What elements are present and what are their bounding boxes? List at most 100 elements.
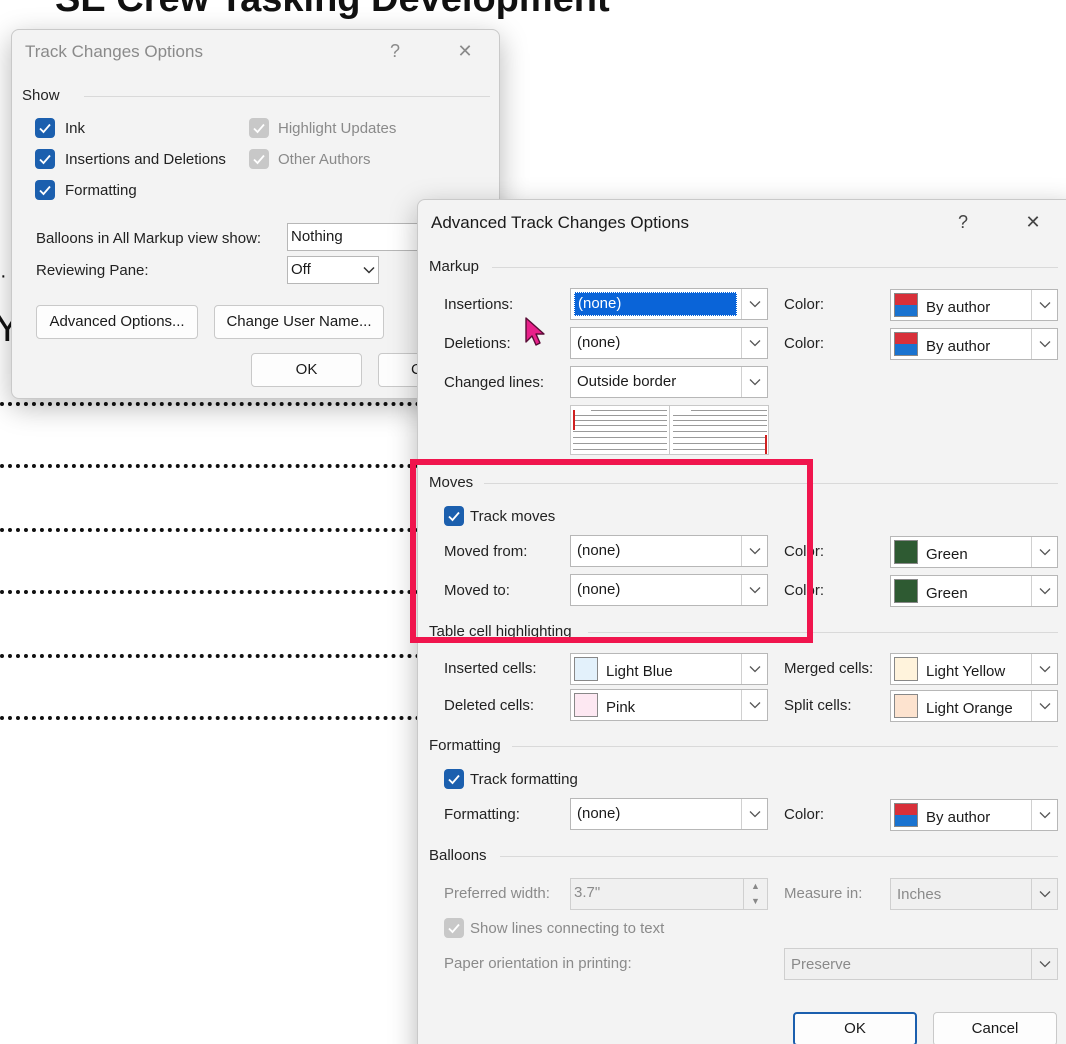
balloons-label: Balloons in All Markup view show:: [36, 230, 262, 247]
show-group-label: Show: [22, 87, 60, 104]
by-author-swatch: [894, 803, 918, 827]
advanced-options-button[interactable]: Advanced Options...: [36, 305, 198, 339]
formatting-select[interactable]: (none): [570, 798, 768, 830]
cancel-button[interactable]: Cancel: [933, 1012, 1057, 1044]
deleted-cells-select[interactable]: Pink: [570, 689, 768, 721]
show-lines-label: Show lines connecting to text: [470, 920, 665, 937]
deletions-select[interactable]: (none): [570, 327, 768, 359]
paper-orientation-value: Preserve: [791, 956, 852, 973]
ok-button[interactable]: OK: [251, 353, 362, 387]
mouse-pointer-icon: [525, 317, 545, 346]
dotted-line: [0, 528, 420, 532]
insertions-select[interactable]: (none): [570, 288, 768, 320]
chevron-down-icon: [1031, 691, 1057, 721]
deletions-value: (none): [577, 334, 621, 351]
chevron-down-icon: [360, 257, 378, 283]
preferred-width-label: Preferred width:: [444, 885, 550, 902]
highlight-updates-checkbox[interactable]: [249, 118, 269, 138]
track-formatting-label: Track formatting: [470, 771, 578, 788]
inserted-cells-label: Inserted cells:: [444, 660, 537, 677]
chevron-down-icon: [1031, 800, 1057, 830]
spinner-arrows[interactable]: ▲ ▼: [743, 879, 767, 909]
close-button[interactable]: ✕: [1019, 210, 1047, 234]
dotted-line: [0, 402, 420, 406]
highlight-updates-label: Highlight Updates: [278, 120, 397, 137]
document-title: SE Crew Tasking Development: [55, 0, 610, 21]
ink-checkbox[interactable]: [35, 118, 55, 138]
help-button[interactable]: ?: [949, 210, 977, 234]
preferred-width-value: 3.7": [574, 884, 601, 901]
inserted-cells-value: Light Blue: [606, 663, 673, 680]
changed-lines-select[interactable]: Outside border: [570, 366, 768, 398]
paper-orientation-label: Paper orientation in printing:: [444, 955, 632, 972]
reviewing-pane-select[interactable]: Off: [287, 256, 379, 284]
checkmark-icon: [39, 185, 51, 196]
formatting-group-label: Formatting: [429, 737, 501, 754]
deletions-label: Deletions:: [444, 335, 511, 352]
formatting-color-select[interactable]: By author: [890, 799, 1058, 831]
split-cells-select[interactable]: Light Orange: [890, 690, 1058, 722]
reviewing-pane-label: Reviewing Pane:: [36, 262, 149, 279]
checkmark-icon: [39, 154, 51, 165]
balloons-value: Nothing: [291, 228, 343, 245]
chevron-down-icon: [1031, 654, 1057, 684]
dialog-title: Advanced Track Changes Options: [431, 213, 689, 232]
insertions-value: (none): [574, 292, 737, 316]
inserted-cells-select[interactable]: Light Blue: [570, 653, 768, 685]
light-yellow-swatch: [894, 657, 918, 681]
split-cells-value: Light Orange: [926, 700, 1013, 717]
chevron-down-icon: [1031, 329, 1057, 359]
markup-group-label: Markup: [429, 258, 480, 275]
chevron-down-icon: [741, 289, 767, 319]
spin-down-icon[interactable]: ▼: [744, 894, 767, 909]
formatting-label: Formatting:: [444, 806, 520, 823]
changed-lines-label: Changed lines:: [444, 374, 545, 391]
spin-up-icon[interactable]: ▲: [744, 879, 767, 894]
group-divider: [84, 96, 490, 97]
insertions-color-select[interactable]: By author: [890, 289, 1058, 321]
moved-to-color-select[interactable]: Green: [890, 575, 1058, 607]
dotted-line: [0, 464, 420, 468]
help-button[interactable]: ?: [381, 39, 409, 63]
other-authors-checkbox[interactable]: [249, 149, 269, 169]
ink-label: Ink: [65, 120, 86, 137]
checkmark-icon: [448, 923, 460, 934]
insertions-label: Insertions:: [444, 296, 514, 313]
measure-in-select[interactable]: Inches: [890, 878, 1058, 910]
preferred-width-spinner[interactable]: 3.7" ▲ ▼: [570, 878, 768, 910]
dotted-line: [0, 654, 420, 658]
merged-cells-value: Light Yellow: [926, 663, 1006, 680]
close-button[interactable]: ✕: [451, 39, 479, 63]
moved-from-color-select[interactable]: Green: [890, 536, 1058, 568]
deletions-color-select[interactable]: By author: [890, 328, 1058, 360]
deleted-cells-value: Pink: [606, 699, 636, 716]
balloons-select[interactable]: Nothing: [287, 223, 427, 251]
changed-lines-value: Outside border: [577, 373, 677, 390]
by-author-swatch: [894, 293, 918, 317]
insertions-deletions-label: Insertions and Deletions: [65, 151, 226, 168]
moves-highlight-annotation: [410, 459, 813, 643]
formatting-checkbox[interactable]: [35, 180, 55, 200]
deleted-cells-label: Deleted cells:: [444, 697, 535, 714]
change-user-name-button[interactable]: Change User Name...: [214, 305, 384, 339]
formatting-color-value: By author: [926, 809, 991, 826]
formatting-value: (none): [577, 805, 621, 822]
paper-orientation-select[interactable]: Preserve: [784, 948, 1058, 980]
checkmark-icon: [253, 154, 265, 165]
merged-cells-select[interactable]: Light Yellow: [890, 653, 1058, 685]
ok-button[interactable]: OK: [793, 1012, 917, 1044]
chevron-down-icon: [1031, 879, 1057, 909]
formatting-label: Formatting: [65, 182, 137, 199]
balloons-group-label: Balloons: [429, 847, 487, 864]
other-authors-label: Other Authors: [278, 151, 371, 168]
green-swatch: [894, 579, 918, 603]
chevron-down-icon: [741, 690, 767, 720]
insertions-color-label: Color:: [784, 296, 825, 313]
by-author-swatch: [894, 332, 918, 356]
insertions-deletions-checkbox[interactable]: [35, 149, 55, 169]
changed-lines-preview: [570, 405, 769, 455]
track-formatting-checkbox[interactable]: [444, 769, 464, 789]
document-dot: ·: [0, 265, 7, 287]
chevron-down-icon: [741, 654, 767, 684]
show-lines-checkbox[interactable]: [444, 918, 464, 938]
